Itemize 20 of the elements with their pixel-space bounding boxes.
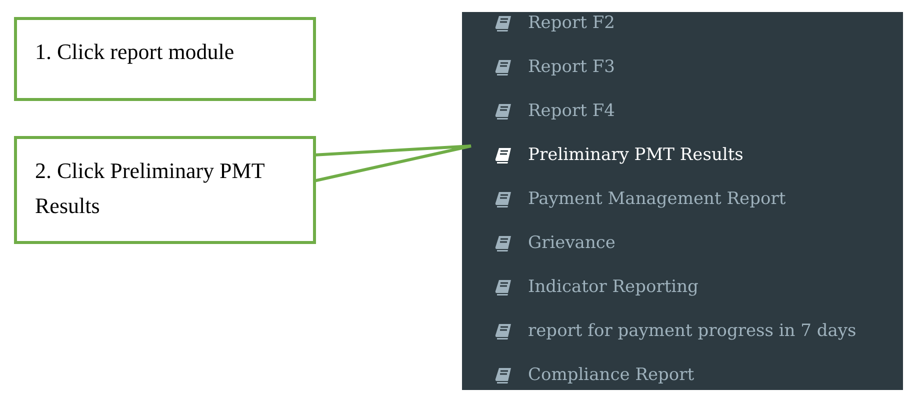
sidebar-item[interactable]: report for payment progress in 7 days bbox=[462, 309, 903, 353]
book-icon bbox=[494, 234, 512, 252]
sidebar-item[interactable]: Report F2 bbox=[462, 12, 903, 45]
sidebar-item[interactable]: Compliance Report bbox=[462, 353, 903, 390]
book-icon bbox=[494, 322, 512, 340]
sidebar-item[interactable]: Indicator Reporting bbox=[462, 265, 903, 309]
callout-box: 1. Click report module bbox=[14, 17, 316, 101]
callout-box: 2. Click Preliminary PMT Results bbox=[14, 136, 316, 244]
book-icon bbox=[494, 278, 512, 296]
sidebar-item[interactable]: Payment Management Report bbox=[462, 177, 903, 221]
sidebar-item[interactable]: Report F3 bbox=[462, 45, 903, 89]
sidebar-item[interactable]: Grievance bbox=[462, 221, 903, 265]
book-icon bbox=[494, 366, 512, 384]
book-icon bbox=[494, 146, 512, 164]
sidebar-item[interactable]: Report F4 bbox=[462, 89, 903, 133]
book-icon bbox=[494, 190, 512, 208]
book-icon bbox=[494, 14, 512, 32]
book-icon bbox=[494, 102, 512, 120]
sidebar-item[interactable]: Preliminary PMT Results bbox=[462, 133, 903, 177]
book-icon bbox=[494, 58, 512, 76]
